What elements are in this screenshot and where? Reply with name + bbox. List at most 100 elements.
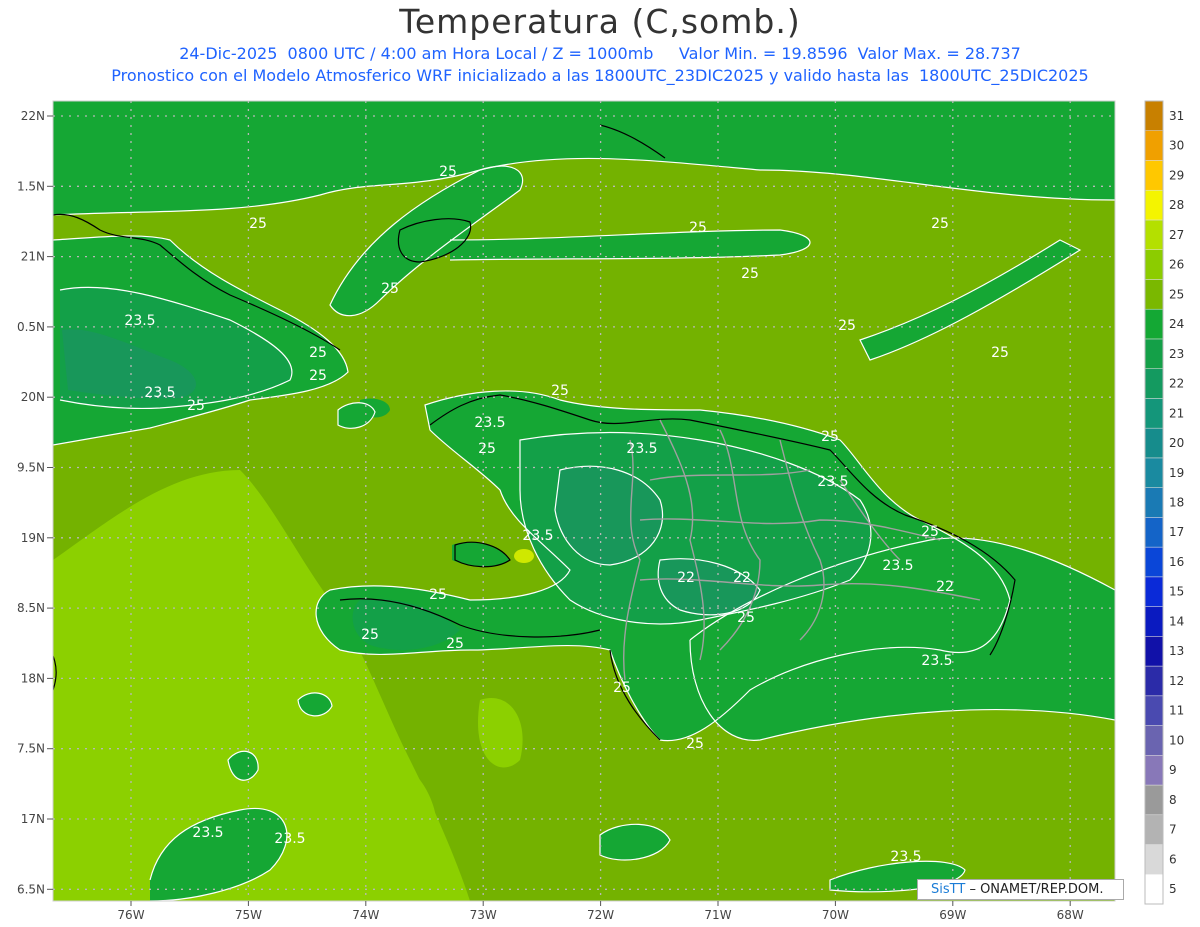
lat-label: 9.5N	[17, 461, 45, 475]
contour-label: 25	[309, 345, 327, 361]
contour-label: 25	[309, 368, 327, 384]
contour-label: 25	[249, 216, 267, 232]
contour-label: 25	[931, 216, 949, 232]
colorbar-swatch	[1144, 189, 1164, 221]
contour-label: 25	[737, 610, 755, 626]
latitude-axis: 22N 1.5N 21N 0.5N 20N 9.5N 19N 8.5N 18N 7.5N 17N 6.…	[17, 109, 53, 896]
colorbar-label: 29	[1169, 168, 1184, 182]
contour-label: 22	[733, 570, 751, 586]
contour-label: 23.5	[890, 849, 921, 865]
colorbar: 5 6 7 8 9 10 11 12 13 14 15 16 17 18 19 20 21 22 23 24 25 26 2…	[1144, 100, 1184, 905]
temperature-map: 22N 1.5N 21N 0.5N 20N 9.5N 19N 8.5N 18N 7.5N 17N 6.…	[17, 100, 1184, 922]
lat-label: 8.5N	[17, 601, 45, 615]
lat-label: 18N	[21, 671, 45, 685]
colorbar-label: 30	[1169, 139, 1184, 153]
colorbar-label: 24	[1169, 317, 1184, 331]
contour-label: 23.5	[522, 528, 553, 544]
lat-label: 22N	[21, 109, 45, 123]
colorbar-swatch	[1144, 457, 1164, 488]
contour-label: 25	[838, 318, 856, 334]
colorbar-label: 9	[1169, 763, 1177, 777]
contour-label: 25	[991, 345, 1009, 361]
colorbar-label: 27	[1169, 228, 1184, 242]
colorbar-swatch	[1144, 338, 1164, 369]
contour-label: 25	[429, 587, 447, 603]
colorbar-swatch	[1144, 100, 1164, 131]
lon-label: 73W	[470, 908, 497, 922]
lon-label: 76W	[117, 908, 144, 922]
colorbar-swatch	[1144, 160, 1164, 191]
colorbar-swatch	[1144, 308, 1164, 340]
colorbar-label: 28	[1169, 198, 1184, 212]
colorbar-label: 21	[1169, 406, 1184, 420]
credit-text: – ONAMET/REP.DOM.	[969, 882, 1104, 897]
contour-label: 25	[381, 281, 399, 297]
contour-label: 23.5	[192, 825, 223, 841]
lat-label: 1.5N	[17, 179, 45, 193]
lat-label: 21N	[21, 250, 45, 264]
longitude-axis: 76W 75W 74W 73W 72W 71W 70W 69W 68W	[117, 901, 1084, 922]
colorbar-label: 25	[1169, 287, 1184, 301]
contour-label: 25	[821, 429, 839, 445]
colorbar-label: 31	[1169, 109, 1184, 123]
lon-label: 68W	[1057, 908, 1084, 922]
lon-label: 69W	[939, 908, 966, 922]
colorbar-swatch	[1144, 576, 1164, 607]
colorbar-swatch	[1144, 874, 1164, 905]
contour-label: 23.5	[817, 474, 848, 490]
colorbar-swatch	[1144, 398, 1164, 429]
lat-label: 19N	[21, 531, 45, 545]
lon-label: 75W	[235, 908, 262, 922]
colorbar-label: 18	[1169, 496, 1184, 510]
colorbar-label: 15	[1169, 585, 1184, 599]
contour-label: 23.5	[921, 653, 952, 669]
contour-label: 25	[446, 636, 464, 652]
contour-label: 23.5	[474, 415, 505, 431]
colorbar-swatch	[1144, 517, 1164, 548]
colorbar-label: 17	[1169, 525, 1184, 539]
colorbar-label: 19	[1169, 466, 1184, 480]
colorbar-label: 23	[1169, 347, 1184, 361]
warm-spot	[514, 549, 534, 563]
colorbar-swatch	[1144, 755, 1164, 786]
contour-label: 23.5	[626, 441, 657, 457]
contour-label: 25	[689, 220, 707, 236]
contour-label: 25	[361, 627, 379, 643]
credit-box: SisTT – ONAMET/REP.DOM.	[917, 879, 1124, 900]
colorbar-label: 22	[1169, 377, 1184, 391]
contour-label: 25	[439, 164, 457, 180]
contour-label: 22	[936, 579, 954, 595]
contour-label: 25	[686, 736, 704, 752]
contour-label: 25	[551, 383, 569, 399]
colorbar-label: 10	[1169, 733, 1184, 747]
contour-label: 25	[187, 398, 205, 414]
colorbar-label: 7	[1169, 823, 1177, 837]
lon-label: 71W	[704, 908, 731, 922]
colorbar-swatch	[1144, 725, 1164, 756]
colorbar-swatch	[1144, 695, 1164, 726]
lon-label: 74W	[352, 908, 379, 922]
colorbar-label: 12	[1169, 674, 1184, 688]
contour-label: 22	[677, 570, 695, 586]
colorbar-swatch	[1144, 814, 1164, 845]
lon-label: 70W	[822, 908, 849, 922]
colorbar-swatch	[1144, 606, 1164, 637]
colorbar-swatch	[1144, 844, 1164, 875]
colorbar-label: 13	[1169, 644, 1184, 658]
colorbar-swatch	[1144, 249, 1164, 280]
colorbar-swatch	[1144, 546, 1164, 578]
lat-label: 7.5N	[17, 742, 45, 756]
colorbar-swatch	[1144, 427, 1164, 459]
colorbar-swatch	[1144, 219, 1164, 250]
lat-label: 17N	[21, 812, 45, 826]
lat-label: 6.5N	[17, 882, 45, 896]
contour-label: 23.5	[274, 831, 305, 847]
contour-label: 25	[613, 680, 631, 696]
colorbar-swatch	[1144, 279, 1164, 310]
colorbar-label: 16	[1169, 555, 1184, 569]
contour-label: 23.5	[144, 385, 175, 401]
colorbar-label: 20	[1169, 436, 1184, 450]
colorbar-label: 14	[1169, 614, 1184, 628]
lat-label: 20N	[21, 390, 45, 404]
colorbar-label: 5	[1169, 882, 1177, 896]
